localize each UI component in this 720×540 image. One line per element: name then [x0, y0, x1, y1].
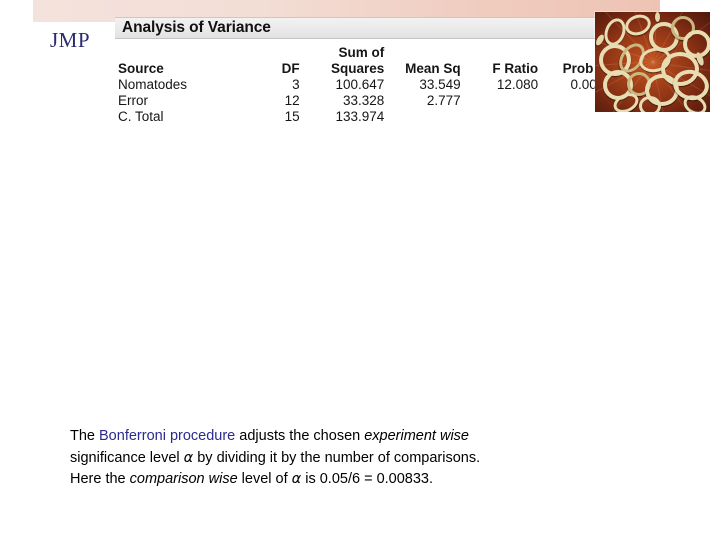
cell-ss: 100.647 [335, 77, 385, 92]
cell-df: 3 [292, 77, 300, 92]
anova-title: Analysis of Variance [122, 19, 271, 36]
header-source: Source [118, 61, 164, 76]
cell-df: 12 [284, 93, 300, 108]
caption-line-1: The Bonferroni procedure adjusts the cho… [70, 426, 630, 448]
cell-f [461, 93, 539, 109]
caption-line-3: Here the comparison wise level of α is 0… [70, 469, 630, 491]
header-sum-of: Sum of [338, 45, 385, 60]
header-blank-source [115, 45, 239, 61]
cell-df: 15 [284, 109, 300, 124]
cell-ss: 133.974 [335, 109, 385, 124]
cell-ms [384, 109, 460, 125]
alpha-symbol: α [291, 471, 302, 487]
header-mean-sq: Mean Sq [405, 61, 461, 76]
header-f-ratio: F Ratio [492, 61, 539, 76]
table-header-row-upper: Sum of [115, 45, 620, 61]
table-row: Nomatodes 3 100.647 33.549 12.080 0.0006… [115, 77, 620, 93]
caption-line-2: significance level α by dividing it by t… [70, 448, 630, 470]
header-blank-ms [384, 45, 460, 61]
cell-source: C. Total [118, 109, 164, 124]
bonferroni-term: Bonferroni procedure [99, 428, 236, 444]
table-row: Error 12 33.328 2.777 [115, 93, 620, 109]
cell-f: 12.080 [496, 77, 539, 92]
alpha-symbol: α [183, 449, 194, 466]
header-squares: Squares [330, 61, 385, 76]
header-blank-f [461, 45, 539, 61]
nematode-photo [595, 12, 710, 112]
cell-f [461, 109, 539, 125]
table-row: C. Total 15 133.974 [115, 109, 620, 125]
cell-ms: 2.777 [426, 93, 461, 108]
header-blank-df [239, 45, 300, 61]
experiment-wise-term: experiment wise [364, 428, 469, 444]
cell-source: Error [118, 93, 148, 108]
caption-text: by dividing it by the number of comparis… [193, 449, 481, 466]
cell-ss: 33.328 [342, 93, 385, 108]
anova-table: Sum of Source DF Squares Mean Sq F Ratio… [115, 41, 620, 125]
caption-text: is 0.05/6 = 0.00833. [301, 471, 434, 487]
caption-text: adjusts the chosen [235, 428, 365, 444]
anova-output-panel: Analysis of Variance Sum of Source DF Sq… [115, 17, 620, 124]
cell-ms: 33.549 [419, 77, 461, 92]
cell-source: Nomatodes [118, 77, 188, 92]
header-df: DF [281, 61, 300, 76]
caption-text: significance level [70, 449, 184, 466]
table-header-row: Source DF Squares Mean Sq F Ratio Prob >… [115, 61, 620, 77]
jmp-logo: JMP [50, 28, 91, 52]
caption-block: The Bonferroni procedure adjusts the cho… [70, 426, 630, 491]
anova-title-bar: Analysis of Variance [115, 17, 620, 39]
banner-gradient-bar [33, 4, 660, 17]
caption-text: level of [237, 471, 292, 487]
caption-text: Here the [70, 471, 130, 487]
caption-text: The [70, 428, 100, 444]
comparison-wise-term: comparison wise [129, 471, 238, 487]
